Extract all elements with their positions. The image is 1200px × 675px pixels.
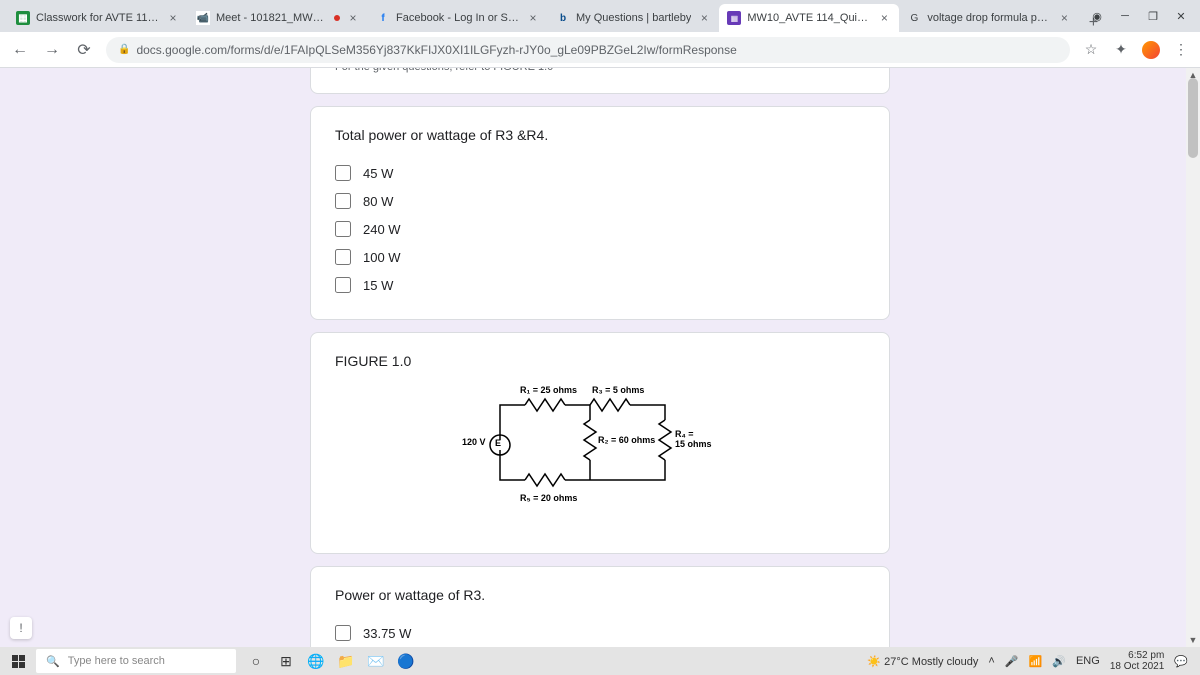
checkbox-option[interactable]: 15 W — [335, 271, 865, 299]
checkbox-option[interactable]: 240 W — [335, 215, 865, 243]
cortana-icon[interactable]: ○ — [244, 649, 268, 673]
checkbox-input[interactable] — [335, 249, 351, 265]
search-placeholder: Type here to search — [68, 655, 165, 667]
system-tray: ☀️ 27°C Mostly cloudy ˄ 🎤 📶 🔊 ENG 6:52 p… — [867, 650, 1196, 672]
scroll-thumb[interactable] — [1188, 78, 1198, 158]
bartleby-icon: b — [556, 11, 570, 25]
maximize-icon[interactable]: ❐ — [1146, 9, 1160, 23]
task-view-icon[interactable]: ⊞ — [274, 649, 298, 673]
vertical-scrollbar[interactable]: ▲ ▼ — [1186, 68, 1200, 647]
question-card-truncated: For the given questions, refer to FIGURE… — [310, 68, 890, 94]
language-indicator[interactable]: ENG — [1076, 655, 1100, 667]
mail-icon[interactable]: ✉️ — [364, 649, 388, 673]
close-icon[interactable]: × — [877, 11, 891, 25]
classroom-icon: ▦ — [16, 11, 30, 25]
address-bar: ← → ⟳ 🔒 docs.google.com/forms/d/e/1FAIpQ… — [0, 32, 1200, 68]
tab-title: Classwork for AVTE 114 - 4C (SY — [36, 12, 160, 24]
bookmark-icon[interactable]: ☆ — [1082, 41, 1100, 59]
screencast-icon[interactable]: ◉ — [1090, 9, 1104, 23]
clock[interactable]: 6:52 pm 18 Oct 2021 — [1110, 650, 1164, 672]
browser-tab[interactable]: G voltage drop formula parallel cir × — [899, 4, 1079, 32]
lock-icon: 🔒 — [118, 44, 130, 55]
close-icon[interactable]: × — [346, 11, 360, 25]
source-label: 120 V — [462, 437, 486, 447]
weather-widget[interactable]: ☀️ 27°C Mostly cloudy — [867, 655, 978, 668]
profile-avatar[interactable] — [1142, 41, 1160, 59]
minimize-icon[interactable]: ─ — [1118, 9, 1132, 23]
browser-tab[interactable]: ▦ Classwork for AVTE 114 - 4C (SY × — [8, 4, 188, 32]
url-input[interactable]: 🔒 docs.google.com/forms/d/e/1FAIpQLSeM35… — [106, 37, 1070, 63]
url-text: docs.google.com/forms/d/e/1FAIpQLSeM356Y… — [136, 43, 736, 57]
figure-title: FIGURE 1.0 — [335, 353, 865, 369]
browser-tab[interactable]: b My Questions | bartleby × — [548, 4, 719, 32]
browser-tab[interactable]: f Facebook - Log In or Sign Up × — [368, 4, 548, 32]
close-icon[interactable]: × — [697, 11, 711, 25]
chrome-icon[interactable]: 🔵 — [394, 649, 418, 673]
browser-tab-strip: ▦ Classwork for AVTE 114 - 4C (SY × 📹 Me… — [0, 0, 1200, 32]
recording-indicator-icon — [334, 15, 340, 21]
taskbar-pinned-apps: ○ ⊞ 🌐 📁 ✉️ 🔵 — [244, 649, 418, 673]
checkbox-option[interactable]: 33.75 W — [335, 619, 865, 647]
start-button[interactable] — [4, 647, 32, 675]
checkbox-input[interactable] — [335, 221, 351, 237]
tab-title: Meet - 101821_MW10_AVTE — [216, 12, 328, 24]
search-icon: 🔍 — [46, 655, 60, 668]
checkbox-input[interactable] — [335, 165, 351, 181]
r3-label: R₃ = 5 ohms — [592, 385, 644, 395]
page-viewport: For the given questions, refer to FIGURE… — [0, 68, 1200, 647]
question-hint: For the given questions, refer to FIGURE… — [335, 68, 865, 73]
google-icon: G — [907, 11, 921, 25]
extensions-icon[interactable]: ✦ — [1112, 41, 1130, 59]
question-title: Power or wattage of R3. — [335, 587, 865, 603]
tab-title: Facebook - Log In or Sign Up — [396, 12, 520, 24]
r2-label: R₂ = 60 ohms — [598, 435, 655, 445]
figure-card: FIGURE 1.0 — [310, 332, 890, 554]
facebook-icon: f — [376, 11, 390, 25]
windows-taskbar: 🔍 Type here to search ○ ⊞ 🌐 📁 ✉️ 🔵 ☀️ 27… — [0, 647, 1200, 675]
r1-label: R₁ = 25 ohms — [520, 385, 577, 395]
tab-title: voltage drop formula parallel cir — [927, 12, 1051, 24]
report-problem-button[interactable]: ! — [10, 617, 32, 639]
question-card: Power or wattage of R3. 33.75 W 100 W 45… — [310, 566, 890, 647]
edge-icon[interactable]: 🌐 — [304, 649, 328, 673]
meet-icon: 📹 — [196, 11, 210, 25]
tray-expand-icon[interactable]: ˄ — [988, 655, 994, 667]
checkbox-input[interactable] — [335, 625, 351, 641]
windows-logo-icon — [12, 655, 25, 668]
taskbar-search-input[interactable]: 🔍 Type here to search — [36, 649, 236, 673]
wifi-icon[interactable]: 📶 — [1029, 655, 1043, 668]
question-title: Total power or wattage of R3 &R4. — [335, 127, 865, 143]
file-explorer-icon[interactable]: 📁 — [334, 649, 358, 673]
back-button[interactable]: ← — [10, 40, 30, 60]
scroll-down-icon[interactable]: ▼ — [1186, 633, 1200, 647]
reload-button[interactable]: ⟳ — [74, 40, 94, 60]
source-symbol-label: E — [495, 438, 501, 448]
forms-icon: ▦ — [727, 11, 741, 25]
r4-label-a: R₄ = — [675, 429, 694, 439]
tab-title: My Questions | bartleby — [576, 12, 691, 24]
close-icon[interactable]: × — [1057, 11, 1071, 25]
close-icon[interactable]: × — [166, 11, 180, 25]
notifications-icon[interactable]: 💬 — [1174, 655, 1188, 668]
menu-icon[interactable]: ⋮ — [1172, 41, 1190, 59]
tab-title: MW10_AVTE 114_Quiz No. 2-1_S — [747, 12, 871, 24]
close-icon[interactable]: × — [526, 11, 540, 25]
checkbox-option[interactable]: 100 W — [335, 243, 865, 271]
checkbox-option[interactable]: 45 W — [335, 159, 865, 187]
circuit-diagram: 120 V E R₁ = 25 ohms R₃ = 5 ohms R₂ = 60… — [470, 385, 730, 525]
browser-tab[interactable]: 📹 Meet - 101821_MW10_AVTE × — [188, 4, 368, 32]
checkbox-option[interactable]: 80 W — [335, 187, 865, 215]
close-window-icon[interactable]: ✕ — [1174, 9, 1188, 23]
question-card: Total power or wattage of R3 &R4. 45 W 8… — [310, 106, 890, 320]
volume-icon[interactable]: 🔊 — [1052, 655, 1066, 668]
window-controls: ◉ ─ ❐ ✕ — [1078, 0, 1200, 32]
checkbox-input[interactable] — [335, 193, 351, 209]
r5-label: R₅ = 20 ohms — [520, 493, 577, 503]
browser-tab-active[interactable]: ▦ MW10_AVTE 114_Quiz No. 2-1_S × — [719, 4, 899, 32]
checkbox-input[interactable] — [335, 277, 351, 293]
forward-button[interactable]: → — [42, 40, 62, 60]
microphone-icon[interactable]: 🎤 — [1005, 655, 1019, 668]
r4-label-b: 15 ohms — [675, 439, 712, 449]
